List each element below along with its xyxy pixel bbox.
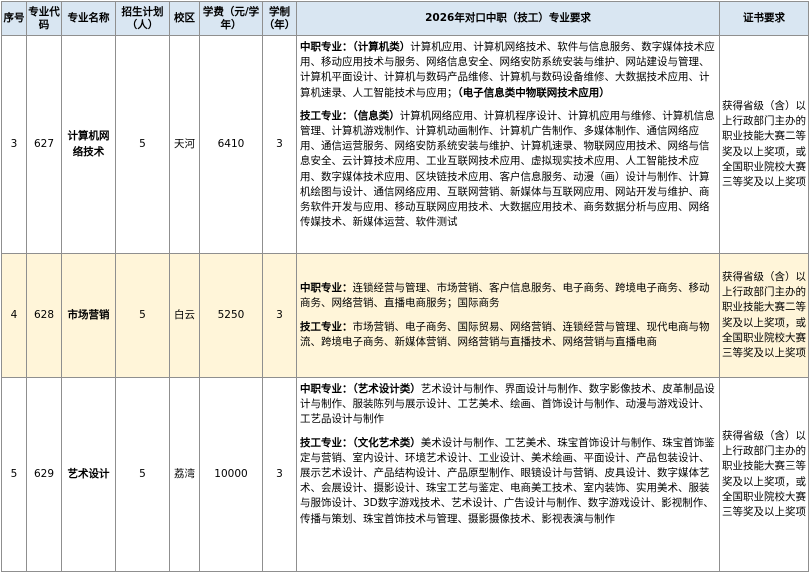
row-years: 3 [262, 35, 297, 254]
table-row: 4 628 市场营销 5 白云 5250 3 中职专业：连锁经营与管理、市场营销… [1, 253, 809, 378]
jigong-requirement: 技工专业：市场营销、电子商务、国际贸易、网络营销、连锁经营与管理、现代电商与物流… [300, 320, 710, 348]
row-major-name: 艺术设计 [61, 377, 116, 572]
row-certificate: 获得省级（含）以上行政部门主办的职业技能大赛二等奖及以上奖项，或全国职业院校大赛… [719, 35, 809, 254]
header-row: 序号 专业代码 专业名称 招生计划（人） 校区 学费（元/学年） 学制（年） 2… [1, 1, 809, 36]
header-code: 专业代码 [26, 1, 62, 36]
row-fee: 5250 [199, 253, 263, 378]
zhongzhi-requirement: 中职专业：连锁经营与管理、市场营销、客户信息服务、电子商务、跨境电子商务、移动商… [300, 282, 710, 310]
jigong-requirement: 技工专业：（信息类）计算机网络应用、计算机程序设计、计算机应用与维修、计算机信息… [300, 109, 715, 229]
row-code: 627 [26, 35, 62, 254]
row-seq: 4 [1, 253, 27, 378]
row-major-name: 计算机网络技术 [61, 35, 116, 254]
jigong-requirement: 技工专业：（文化艺术类）美术设计与制作、工艺美术、珠宝首饰设计与制作、珠宝首饰鉴… [300, 436, 715, 525]
row-fee: 10000 [199, 377, 263, 572]
header-fee: 学费（元/学年） [199, 1, 263, 36]
header-certificate: 证书要求 [719, 1, 809, 36]
row-code: 628 [26, 253, 62, 378]
header-name: 专业名称 [61, 1, 116, 36]
row-major-name: 市场营销 [61, 253, 116, 378]
row-campus: 荔湾 [169, 377, 200, 572]
row-certificate: 获得省级（含）以上行政部门主办的职业技能大赛三等奖及以上奖项，或全国职业院校大赛… [719, 377, 809, 572]
header-years: 学制（年） [262, 1, 297, 36]
row-campus: 天河 [169, 35, 200, 254]
zhongzhi-requirement: 中职专业：（计算机类）计算机应用、计算机网络技术、软件与信息服务、数字媒体技术应… [300, 41, 715, 99]
table-row: 3 627 计算机网络技术 5 天河 6410 3 中职专业：（计算机类）计算机… [1, 35, 809, 254]
header-campus: 校区 [169, 1, 200, 36]
majors-table: 序号 专业代码 专业名称 招生计划（人） 校区 学费（元/学年） 学制（年） 2… [1, 1, 809, 572]
row-years: 3 [262, 377, 297, 572]
row-plan: 5 [115, 377, 170, 572]
row-campus: 白云 [169, 253, 200, 378]
header-plan: 招生计划（人） [115, 1, 170, 36]
row-plan: 5 [115, 35, 170, 254]
header-requirements: 2026年对口中职（技工）专业要求 [296, 1, 720, 36]
row-fee: 6410 [199, 35, 263, 254]
row-code: 629 [26, 377, 62, 572]
row-certificate: 获得省级（含）以上行政部门主办的职业技能大赛二等奖及以上奖项，或全国职业院校大赛… [719, 253, 809, 378]
row-plan: 5 [115, 253, 170, 378]
row-seq: 3 [1, 35, 27, 254]
row-seq: 5 [1, 377, 27, 572]
row-years: 3 [262, 253, 297, 378]
header-seq: 序号 [1, 1, 27, 36]
zhongzhi-requirement: 中职专业：（艺术设计类）艺术设计与制作、界面设计与制作、数字影像技术、皮革制品设… [300, 383, 715, 426]
row-requirements: 中职专业：（艺术设计类）艺术设计与制作、界面设计与制作、数字影像技术、皮革制品设… [296, 377, 720, 572]
table-row: 5 629 艺术设计 5 荔湾 10000 3 中职专业：（艺术设计类）艺术设计… [1, 377, 809, 572]
row-requirements: 中职专业：连锁经营与管理、市场营销、客户信息服务、电子商务、跨境电子商务、移动商… [296, 253, 720, 378]
row-requirements: 中职专业：（计算机类）计算机应用、计算机网络技术、软件与信息服务、数字媒体技术应… [296, 35, 720, 254]
